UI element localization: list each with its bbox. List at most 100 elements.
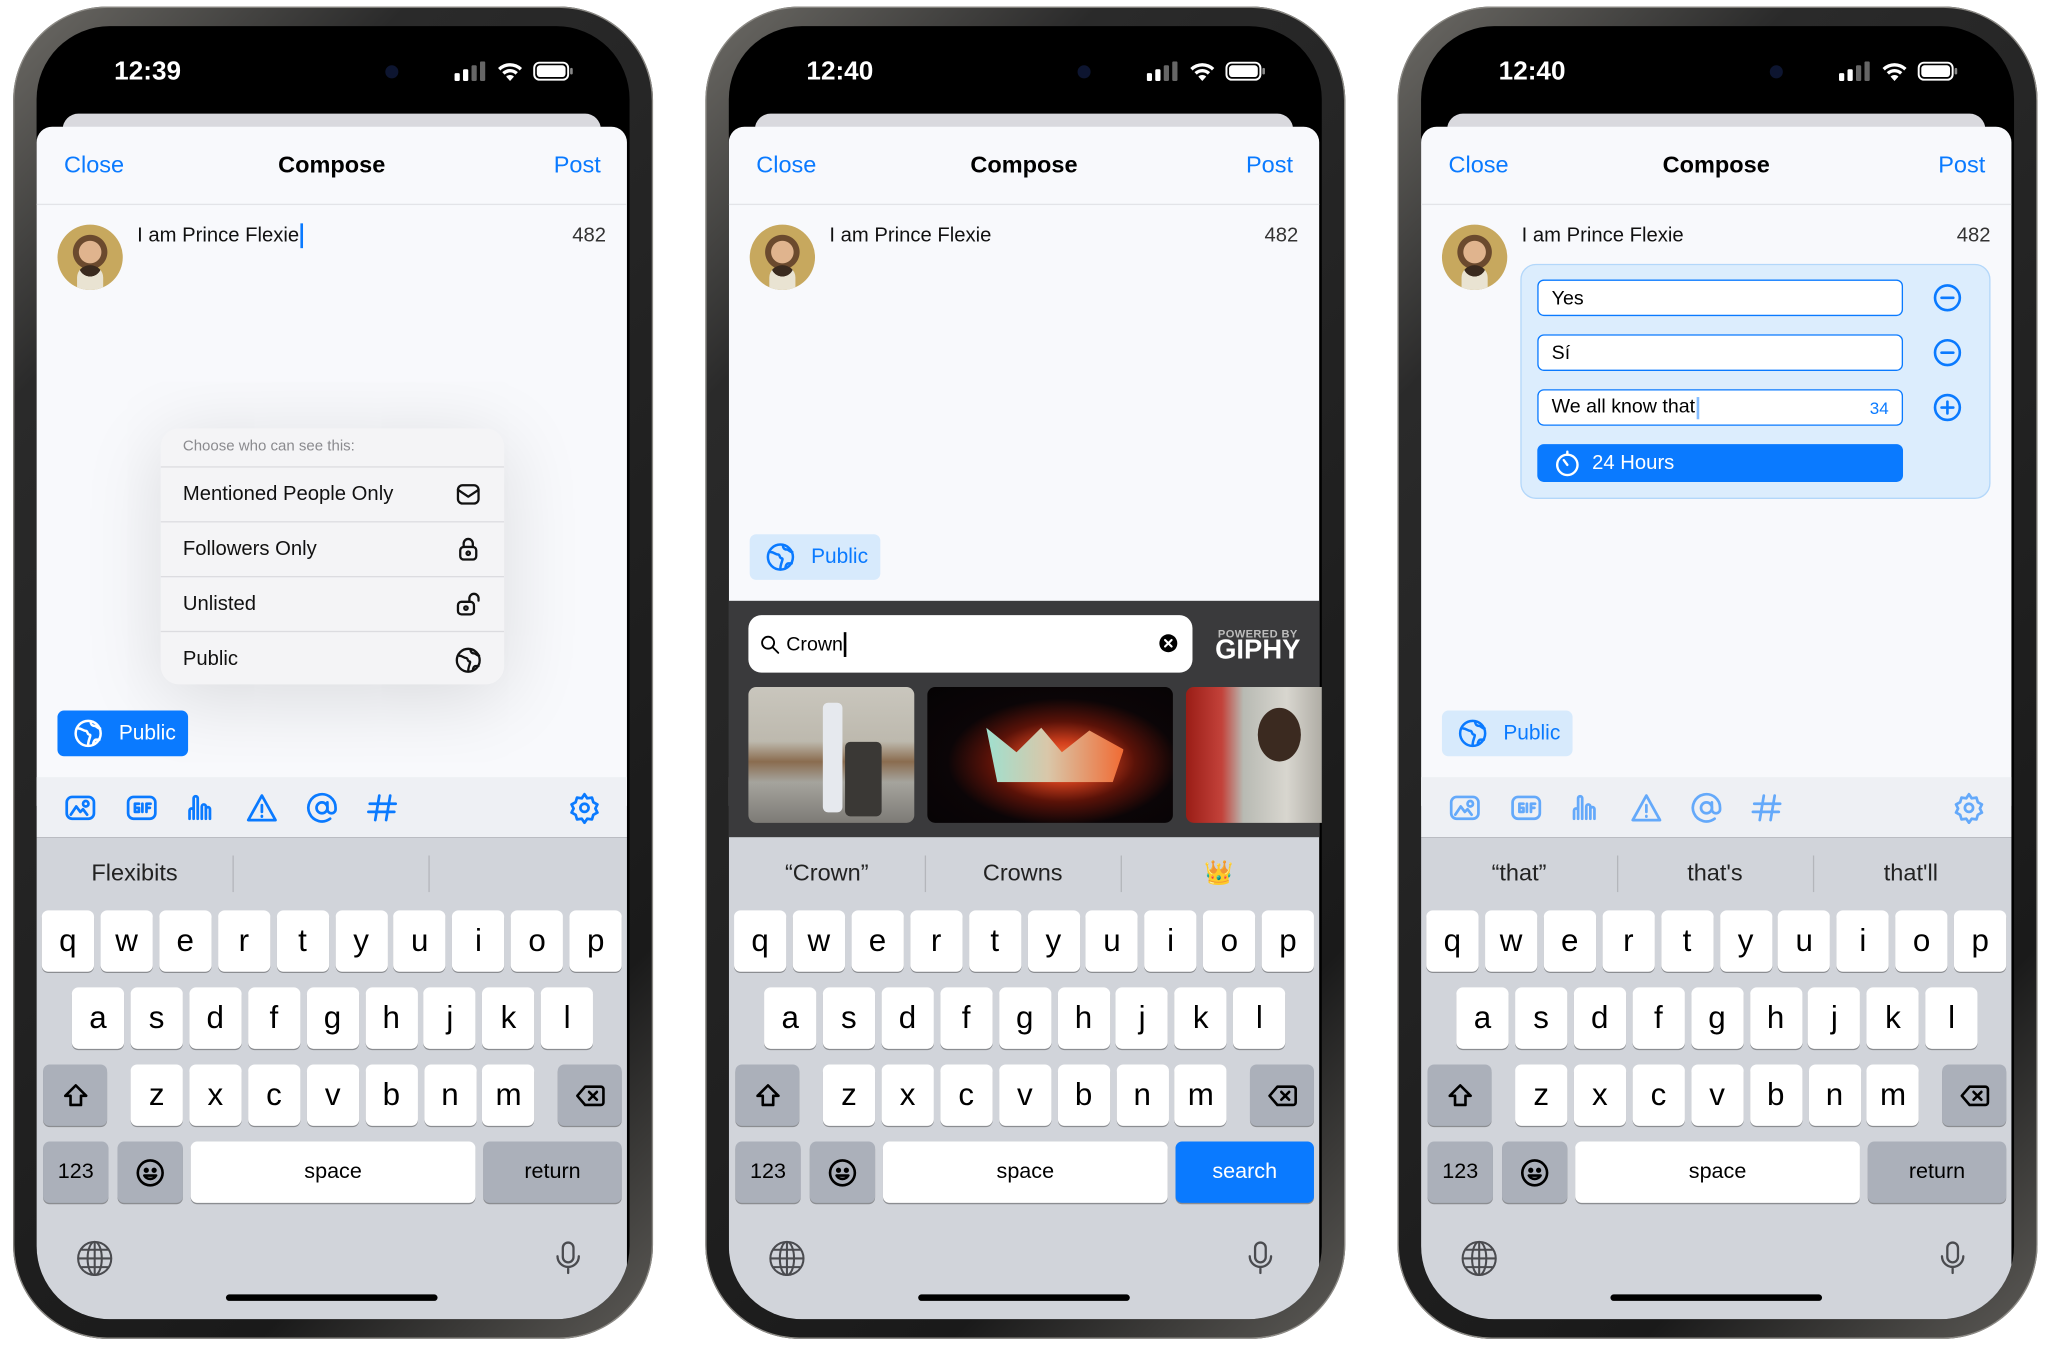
poll-duration-button[interactable]: 24 Hours (1537, 444, 1904, 482)
key-q[interactable]: q (734, 910, 787, 972)
key-s[interactable]: s (1514, 987, 1568, 1049)
poll-button[interactable] (183, 789, 220, 826)
key-r[interactable]: r (909, 910, 963, 972)
microphone-icon[interactable] (1934, 1237, 1971, 1279)
key-l[interactable]: l (540, 987, 594, 1049)
search-key[interactable]: search (1175, 1141, 1314, 1203)
keyboard-globe-icon[interactable] (76, 1240, 114, 1278)
autocorrect-suggestion[interactable]: “that” (1421, 854, 1617, 891)
key-o[interactable]: o (1895, 910, 1948, 972)
gif-result-thumbnail[interactable] (748, 687, 915, 823)
key-s[interactable]: s (822, 987, 875, 1049)
backspace-key[interactable] (1942, 1064, 2007, 1126)
post-text-input[interactable]: I am Prince Flexie (137, 223, 464, 249)
visibility-option-mentioned-people-only[interactable]: Mentioned People Only (160, 468, 505, 523)
key-k[interactable]: k (482, 987, 535, 1049)
numbers-key[interactable]: 123 (1427, 1141, 1493, 1203)
key-p[interactable]: p (1261, 910, 1315, 972)
key-l[interactable]: l (1925, 987, 1978, 1049)
gif-result-thumbnail[interactable] (927, 687, 1173, 823)
key-j[interactable]: j (423, 987, 476, 1049)
key-a[interactable]: a (71, 987, 125, 1049)
key-o[interactable]: o (510, 910, 564, 972)
space-key[interactable]: space (882, 1141, 1168, 1203)
key-m[interactable]: m (1174, 1064, 1227, 1126)
key-k[interactable]: k (1174, 987, 1227, 1049)
key-b[interactable]: b (1749, 1064, 1802, 1126)
backspace-key[interactable] (557, 1064, 622, 1126)
key-p[interactable]: p (1954, 910, 2007, 972)
key-j[interactable]: j (1115, 987, 1169, 1049)
settings-button[interactable] (1950, 789, 1987, 826)
key-c[interactable]: c (1632, 1064, 1685, 1126)
key-r[interactable]: r (217, 910, 270, 972)
key-u[interactable]: u (1778, 910, 1831, 972)
visibility-button[interactable]: Public (57, 710, 189, 757)
numbers-key[interactable]: 123 (43, 1141, 109, 1203)
poll-option-field[interactable]: Yes (1537, 279, 1904, 317)
key-y[interactable]: y (1719, 910, 1772, 972)
key-w[interactable]: w (100, 910, 153, 972)
key-k[interactable]: k (1866, 987, 1920, 1049)
key-a[interactable]: a (1456, 987, 1509, 1049)
key-q[interactable]: q (41, 910, 95, 972)
close-button[interactable]: Close (756, 149, 834, 180)
emoji-key[interactable] (809, 1141, 876, 1203)
key-d[interactable]: d (189, 987, 242, 1049)
visibility-option-unlisted[interactable]: Unlisted (160, 577, 505, 633)
key-y[interactable]: y (335, 910, 388, 972)
key-c[interactable]: c (940, 1064, 993, 1126)
key-u[interactable]: u (1085, 910, 1139, 972)
emoji-key[interactable] (1502, 1141, 1568, 1203)
gif-button[interactable] (1507, 789, 1544, 826)
image-button[interactable] (1446, 789, 1483, 826)
numbers-key[interactable]: 123 (735, 1141, 801, 1203)
backspace-key[interactable] (1249, 1064, 1314, 1126)
post-text-input[interactable]: I am Prince Flexie (829, 223, 1156, 249)
close-button[interactable]: Close (64, 149, 142, 180)
key-b[interactable]: b (1057, 1064, 1110, 1126)
key-t[interactable]: t (968, 910, 1021, 972)
return-key[interactable]: return (1867, 1141, 2007, 1203)
key-y[interactable]: y (1027, 910, 1080, 972)
post-text-input[interactable]: I am Prince Flexie (1522, 223, 1849, 249)
key-n[interactable]: n (1808, 1064, 1861, 1126)
autocorrect-suggestion[interactable]: that'll (1813, 854, 2009, 891)
autocorrect-suggestion[interactable]: that's (1617, 854, 1813, 891)
key-f[interactable]: f (939, 987, 993, 1049)
key-w[interactable]: w (792, 910, 845, 972)
key-g[interactable]: g (998, 987, 1051, 1049)
warning-button[interactable] (1627, 789, 1664, 826)
gif-button[interactable] (123, 789, 160, 826)
key-h[interactable]: h (1749, 987, 1802, 1049)
key-m[interactable]: m (1866, 1064, 1920, 1126)
keyboard-globe-icon[interactable] (1460, 1240, 1498, 1278)
space-key[interactable]: space (1575, 1141, 1860, 1203)
mention-button[interactable] (303, 789, 340, 826)
shift-key[interactable] (735, 1064, 800, 1126)
visibility-button[interactable]: Public (1441, 710, 1573, 757)
key-b[interactable]: b (365, 1064, 418, 1126)
key-i[interactable]: i (1144, 910, 1197, 972)
key-n[interactable]: n (423, 1064, 477, 1126)
plus-circle-button[interactable] (1932, 392, 1963, 423)
key-e[interactable]: e (159, 910, 212, 972)
gif-search-field[interactable]: Crown (748, 615, 1193, 673)
key-i[interactable]: i (1836, 910, 1890, 972)
autocorrect-suggestion[interactable]: “Crown” (729, 854, 925, 891)
gif-result-thumbnail[interactable] (1185, 687, 1322, 823)
poll-option-field[interactable]: Sí (1537, 334, 1904, 371)
return-key[interactable]: return (483, 1141, 622, 1203)
autocorrect-suggestion[interactable] (232, 854, 428, 891)
key-h[interactable]: h (365, 987, 418, 1049)
visibility-button[interactable]: Public (749, 534, 881, 580)
autocorrect-suggestion[interactable] (428, 854, 624, 891)
key-r[interactable]: r (1602, 910, 1655, 972)
emoji-key[interactable] (117, 1141, 183, 1203)
shift-key[interactable] (1427, 1064, 1492, 1126)
post-button[interactable]: Post (1228, 149, 1293, 180)
key-z[interactable]: z (822, 1064, 876, 1126)
poll-button[interactable] (1567, 789, 1604, 826)
key-s[interactable]: s (130, 987, 183, 1049)
key-p[interactable]: p (569, 910, 622, 972)
